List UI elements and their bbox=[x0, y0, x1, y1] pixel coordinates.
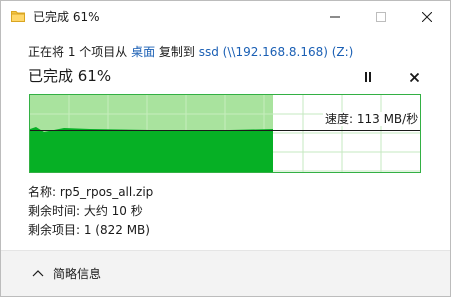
operation-description: 正在将 1 个项目从 桌面 复制到 ssd (\\192.168.8.168) … bbox=[28, 45, 353, 59]
fewer-details-toggle[interactable]: 简略信息 bbox=[32, 267, 101, 281]
maximize-button[interactable] bbox=[358, 1, 404, 33]
close-button[interactable] bbox=[404, 1, 450, 33]
footer-bar: 简略信息 bbox=[1, 250, 450, 296]
items-remaining: 剩余项目: 1 (822 MB) bbox=[28, 223, 150, 237]
destination-link[interactable]: ssd (\\192.168.8.168) (Z:) bbox=[199, 45, 354, 59]
window-title: 已完成 61% bbox=[33, 10, 100, 24]
copy-progress-dialog: 已完成 61% 正在将 1 个项目从 桌面 复制到 ssd (\\192.168… bbox=[0, 0, 451, 297]
minimize-icon bbox=[330, 16, 340, 18]
file-name: 名称: rp5_rpos_all.zip bbox=[28, 185, 154, 199]
close-icon bbox=[422, 12, 432, 22]
minimize-button[interactable] bbox=[312, 1, 358, 33]
source-link[interactable]: 桌面 bbox=[131, 45, 155, 59]
chevron-up-icon bbox=[32, 270, 44, 277]
operation-prefix: 正在将 1 个项目从 bbox=[28, 45, 132, 59]
fewer-details-label: 简略信息 bbox=[53, 267, 102, 281]
speed-graph bbox=[30, 95, 420, 172]
folder-copy-icon bbox=[11, 11, 25, 22]
time-remaining: 剩余时间: 大约 10 秒 bbox=[28, 204, 143, 218]
cancel-button[interactable] bbox=[405, 69, 423, 85]
pause-button[interactable] bbox=[359, 69, 377, 85]
progress-percent-label: 已完成 61% bbox=[28, 67, 112, 85]
operation-middle: 复制到 bbox=[155, 45, 199, 59]
speed-label: 速度: 113 MB/秒 bbox=[323, 112, 421, 126]
speed-area bbox=[30, 127, 273, 172]
pause-icon bbox=[365, 72, 371, 82]
title-bar[interactable]: 已完成 61% bbox=[1, 1, 450, 33]
transfer-speed-chart bbox=[29, 94, 421, 173]
close-icon bbox=[409, 72, 419, 82]
maximize-icon bbox=[376, 12, 386, 22]
